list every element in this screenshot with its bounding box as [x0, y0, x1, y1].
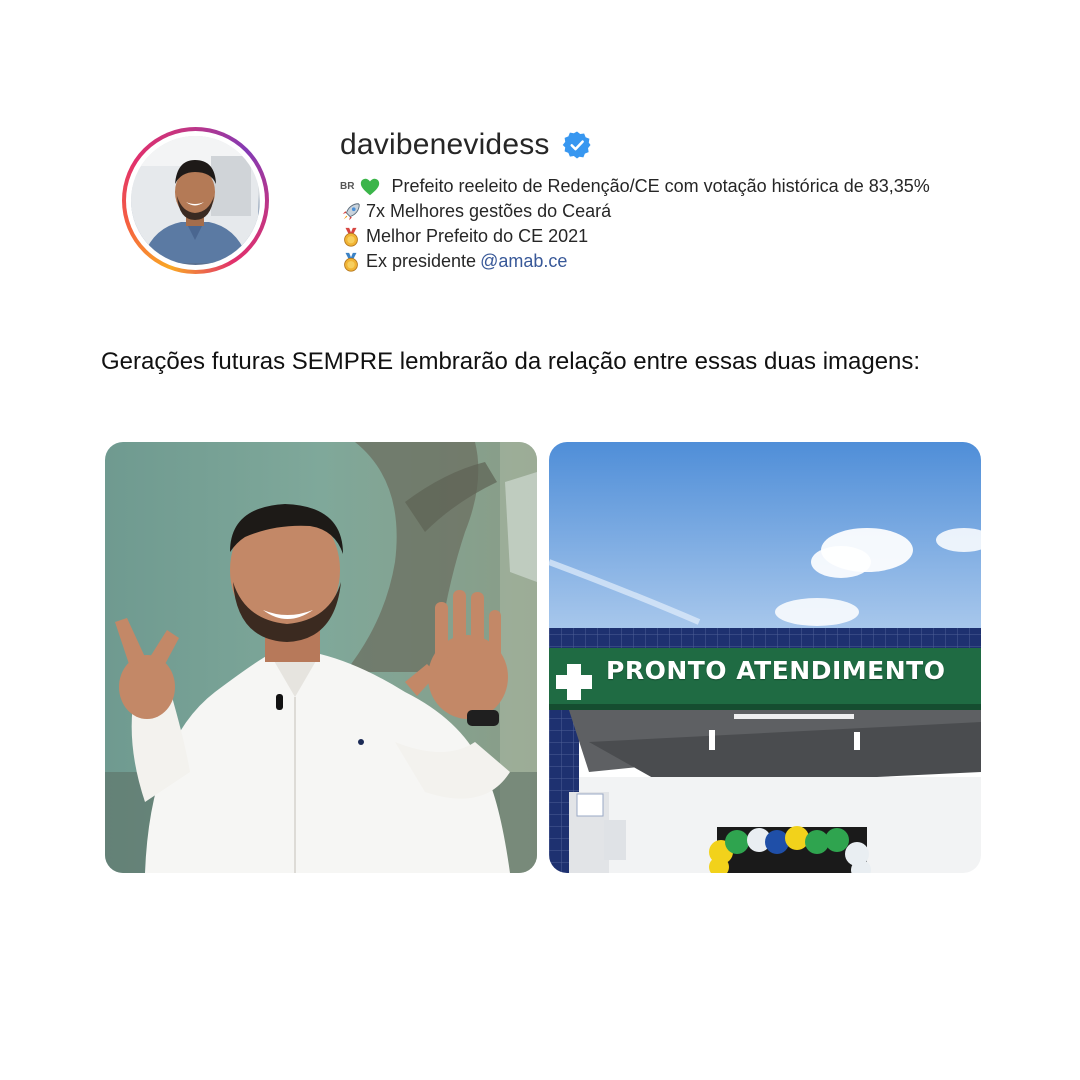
bio-line: Melhor Prefeito do CE 2021	[340, 224, 930, 249]
bio-line: 7x Melhores gestões do Ceará	[340, 199, 930, 224]
avatar-frame	[126, 131, 265, 270]
gold-medal-icon	[344, 227, 358, 247]
username-row: davibenevidess	[340, 125, 592, 165]
mention-link[interactable]: @amab.ce	[480, 249, 567, 274]
rocket-icon	[342, 202, 360, 220]
bio-line: BR Prefeito reeleito de Redenção/CE com …	[340, 174, 930, 199]
photo-left[interactable]	[105, 442, 537, 873]
sign-text: PRONTO ATENDIMENTO	[606, 656, 946, 685]
bio-text: Melhor Prefeito do CE 2021	[366, 226, 589, 246]
avatar-story-ring[interactable]	[122, 127, 269, 274]
username[interactable]: davibenevidess	[340, 128, 550, 162]
photo-right[interactable]: PRONTO ATENDIMENTO	[549, 442, 981, 873]
caption: Gerações futuras SEMPRE lembrarão da rel…	[101, 348, 921, 375]
verified-badge-icon	[562, 131, 591, 159]
bio-line: Ex presidente @amab.ce	[340, 249, 930, 274]
man-in-white-shirt-photo	[105, 442, 537, 873]
bio-text: Ex presidente	[366, 251, 477, 271]
flag-code: BR	[340, 181, 355, 192]
medal-icon	[344, 252, 358, 272]
profile-photo	[131, 136, 258, 263]
bio-text: Prefeito reeleito de Redenção/CE com vot…	[391, 176, 930, 196]
green-heart-icon	[361, 178, 380, 195]
bio-text: 7x Melhores gestões do Ceará	[366, 201, 612, 221]
avatar[interactable]	[131, 136, 260, 265]
bio: BR Prefeito reeleito de Redenção/CE com …	[340, 174, 930, 274]
